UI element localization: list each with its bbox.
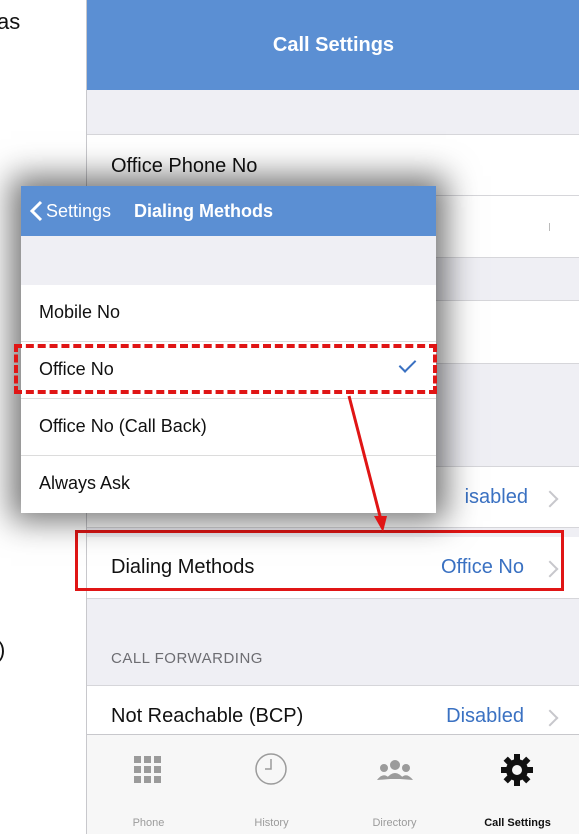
row-label: Office Phone No xyxy=(111,155,258,177)
page-title: Call Settings xyxy=(272,33,395,56)
highlight-box-dialing-methods xyxy=(75,530,564,591)
option-always-ask[interactable]: Always Ask xyxy=(21,456,436,513)
tab-bar: Phone History Directory Call Settings xyxy=(87,734,579,834)
option-office-no-call-back[interactable]: Office No (Call Back) xyxy=(21,399,436,456)
option-label: Mobile No xyxy=(39,302,121,322)
tab-label: Directory xyxy=(372,817,417,829)
tab-phone[interactable]: Phone xyxy=(87,735,210,834)
row-label: Not Reachable (BCP) xyxy=(111,705,304,727)
popup-title: Dialing Methods xyxy=(134,201,273,221)
highlight-box-office-no xyxy=(14,344,437,394)
tab-history[interactable]: History xyxy=(210,735,333,834)
option-mobile-no[interactable]: Mobile No xyxy=(21,285,436,342)
document-text-fragment: as xyxy=(0,9,21,34)
section-header: CALL FORWARDING xyxy=(111,650,263,667)
clock-icon xyxy=(255,753,287,785)
chevron-right-icon xyxy=(541,490,559,508)
people-icon xyxy=(377,760,413,780)
popup-nav-bar: Settings Dialing Methods xyxy=(21,186,436,236)
gear-icon xyxy=(501,754,533,786)
tab-label: Call Settings xyxy=(484,817,551,829)
option-label: Always Ask xyxy=(39,473,131,493)
row-value: Disabled xyxy=(446,705,524,727)
chevron-left-icon[interactable] xyxy=(29,200,43,222)
tab-label: Phone xyxy=(132,817,165,829)
document-text-fragment: ) xyxy=(0,637,5,663)
tab-call-settings[interactable]: Call Settings xyxy=(456,735,579,834)
grid-icon xyxy=(134,756,161,783)
nav-bar: Call Settings xyxy=(87,0,579,90)
tab-label: History xyxy=(254,817,289,829)
option-label: Office No (Call Back) xyxy=(39,416,207,436)
back-button[interactable]: Settings xyxy=(46,201,111,222)
cursor-mark xyxy=(549,223,550,231)
tab-directory[interactable]: Directory xyxy=(333,735,456,834)
chevron-right-icon xyxy=(541,709,559,727)
row-value: isabled xyxy=(464,486,528,508)
